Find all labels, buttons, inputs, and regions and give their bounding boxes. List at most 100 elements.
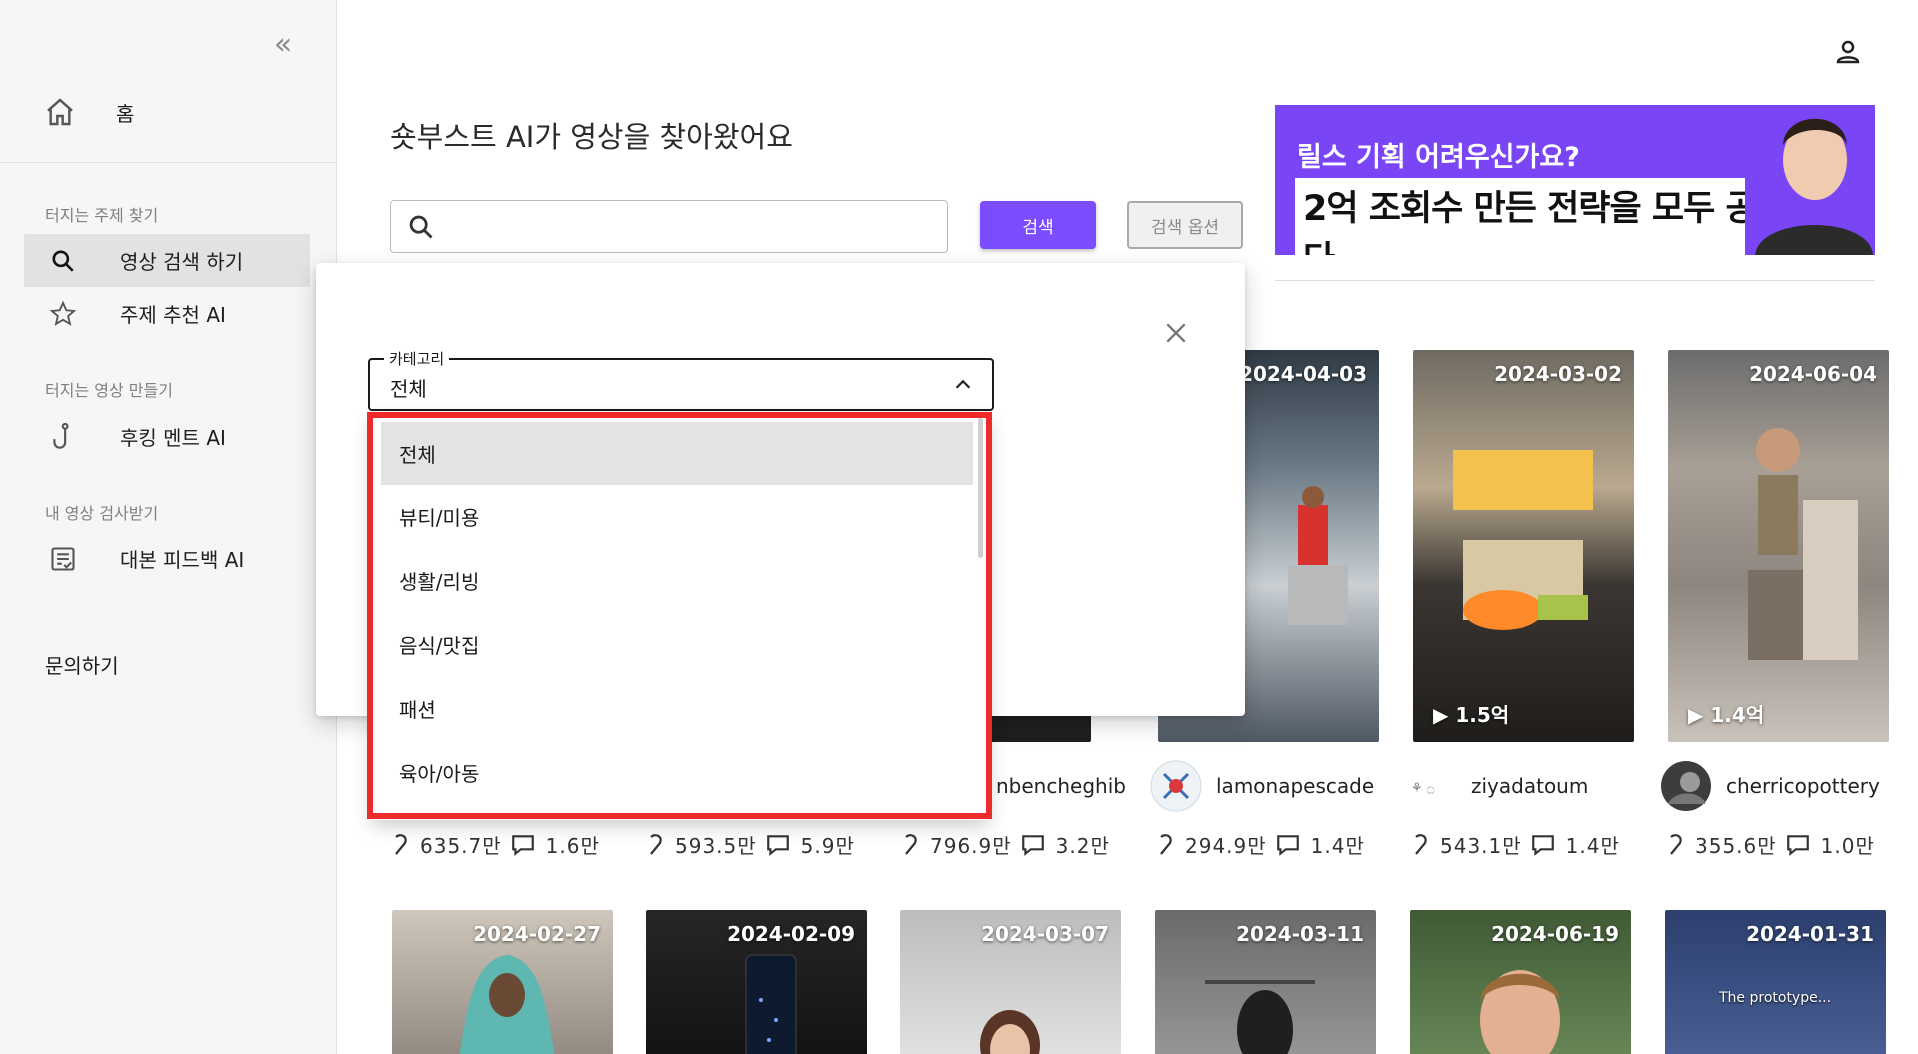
channel-item[interactable]: lamonapescaderi [1150, 760, 1376, 812]
video-card[interactable]: 2024-03-07 [900, 910, 1121, 1054]
sidebar-item-hook-ai[interactable]: 후킹 멘트 AI [24, 410, 310, 463]
category-option[interactable]: 전체 [381, 422, 973, 485]
sidebar-item-label: 영상 검색 하기 [120, 250, 244, 274]
comment-icon [766, 834, 789, 856]
like-count: 355.6만 [1695, 834, 1777, 858]
hook-icon [53, 422, 69, 449]
promo-banner[interactable]: 릴스 기획 어려우신가요? 2억 조회수 만든 전략을 모두 공개합니다 [1275, 105, 1875, 255]
category-select[interactable]: 카테고리 전체 [368, 348, 994, 411]
channel-avatar [1150, 760, 1202, 812]
comment-count: 5.9만 [800, 834, 855, 858]
home-icon [47, 98, 73, 126]
header-divider [1275, 280, 1875, 281]
sidebar-item-label: 홈 [116, 101, 135, 126]
video-date: 2024-03-11 [1236, 922, 1364, 946]
video-card[interactable]: 2024-03-11 [1155, 910, 1376, 1054]
video-date: 2024-03-02 [1494, 362, 1622, 386]
video-date: 2024-01-31 [1746, 922, 1874, 946]
search-field[interactable] [390, 200, 948, 253]
category-option[interactable]: 뷰티/미용 [381, 485, 973, 548]
video-card[interactable]: 2024-01-31 The prototype... [1665, 910, 1886, 1054]
search-options-button[interactable]: 검색 옵션 [1127, 201, 1243, 249]
chevron-up-icon[interactable] [952, 374, 974, 396]
video-thumbnail [1480, 970, 1560, 1054]
channel-name: ziyadatoum [1471, 774, 1589, 798]
video-thumbnail [1453, 450, 1593, 630]
like-count: 543.1만 [1440, 834, 1522, 858]
collapse-sidebar-icon[interactable]: « [268, 30, 298, 60]
document-check-icon [51, 546, 75, 571]
video-thumbnail [459, 955, 555, 1054]
comment-icon [1531, 834, 1554, 856]
video-stats: 355.6만 1.0만 [1665, 830, 1875, 859]
video-stats: 294.9만 1.4만 [1155, 830, 1365, 859]
like-icon [395, 833, 407, 855]
video-card[interactable]: 2024-06-04 ▶ 1.4억 [1668, 350, 1889, 742]
star-icon [49, 300, 77, 326]
video-date: 2024-06-04 [1749, 362, 1877, 386]
channel-name: cherricopottery [1726, 774, 1880, 798]
close-icon[interactable] [1163, 320, 1189, 346]
video-thumbnail [745, 954, 797, 1054]
search-button[interactable]: 검색 [980, 201, 1096, 249]
sidebar-item-label: 주제 추천 AI [120, 303, 226, 327]
video-card[interactable]: 2024-02-09 [646, 910, 867, 1054]
search-icon [52, 249, 74, 272]
video-thumbnail [1748, 428, 1858, 660]
video-date: 2024-03-07 [981, 922, 1109, 946]
video-date: 2024-02-27 [473, 922, 601, 946]
category-option[interactable]: 패션 [381, 677, 973, 740]
like-count: 294.9만 [1185, 834, 1267, 858]
comment-icon [1786, 834, 1809, 856]
video-stats: 796.9만 3.2만 [900, 830, 1110, 859]
like-icon [905, 833, 917, 855]
video-card[interactable]: 2024-02-27 [392, 910, 613, 1054]
video-stats: 593.5만 5.9만 [645, 830, 855, 859]
video-thumbnail [1205, 980, 1315, 1054]
video-card[interactable]: 2024-06-19 [1410, 910, 1631, 1054]
comment-icon [1276, 834, 1299, 856]
sidebar-section-title: 터지는 주제 찾기 [45, 206, 159, 225]
category-select-value: 전체 [390, 377, 427, 401]
category-option[interactable]: 음식/맛집 [381, 613, 973, 676]
page-title: 숏부스트 AI가 영상을 찾아왔어요 [390, 120, 793, 154]
video-card[interactable]: 2024-03-02 ▶ 1.5억 [1413, 350, 1634, 742]
video-caption: The prototype... [1719, 990, 1832, 1006]
sidebar-section-title: 내 영상 검사받기 [45, 504, 159, 523]
dropdown-scrollbar[interactable] [978, 418, 983, 558]
channel-name: lamonapescaderi [1216, 774, 1376, 798]
video-thumbnail [1288, 486, 1348, 625]
contact-link[interactable]: 문의하기 [45, 650, 119, 679]
channel-item[interactable]: cherricopottery [1660, 760, 1886, 812]
category-option[interactable]: 육아/아동 [381, 741, 973, 804]
category-option[interactable]: 생활/리빙 [381, 549, 973, 612]
like-count: 593.5만 [675, 834, 757, 858]
sidebar-item-video-search[interactable]: 영상 검색 하기 [24, 234, 310, 287]
search-input[interactable] [447, 209, 937, 245]
video-stats: 635.7만 1.6만 [390, 830, 600, 859]
comment-icon [511, 834, 534, 856]
video-thumbnail [980, 1010, 1040, 1054]
search-icon [409, 215, 433, 239]
comment-count: 1.6만 [545, 834, 600, 858]
sidebar-divider [0, 162, 337, 163]
like-count: 635.7만 [420, 834, 502, 858]
banner-person-image [1745, 105, 1875, 255]
comment-count: 1.0만 [1820, 834, 1875, 858]
sidebar-item-script-feedback[interactable]: 대본 피드백 AI [24, 532, 310, 585]
sidebar-item-topic-ai[interactable]: 주제 추천 AI [24, 287, 310, 340]
channel-item[interactable]: ⚘ ۝ ziyadatoum [1405, 760, 1631, 812]
video-views: ▶ 1.5억 [1433, 703, 1510, 727]
like-icon [1415, 833, 1427, 855]
channel-avatar: ⚘ ۝ [1406, 761, 1456, 811]
category-dropdown-menu: 전체 뷰티/미용 생활/리빙 음식/맛집 패션 육아/아동 [371, 414, 989, 820]
channel-avatar [1661, 761, 1711, 811]
user-icon[interactable] [1833, 37, 1863, 67]
sidebar-item-home[interactable]: 홈 [44, 92, 134, 132]
banner-headline: 릴스 기획 어려우신가요? [1297, 142, 1580, 173]
sidebar: « 홈 터지는 주제 찾기 영상 검색 하기 주제 추천 AI 터지는 영상 만… [0, 0, 337, 1054]
video-date: 2024-04-03 [1239, 362, 1367, 386]
sidebar-section-title: 터지는 영상 만들기 [45, 381, 173, 400]
video-date: 2024-02-09 [727, 922, 855, 946]
comment-count: 3.2만 [1055, 834, 1110, 858]
